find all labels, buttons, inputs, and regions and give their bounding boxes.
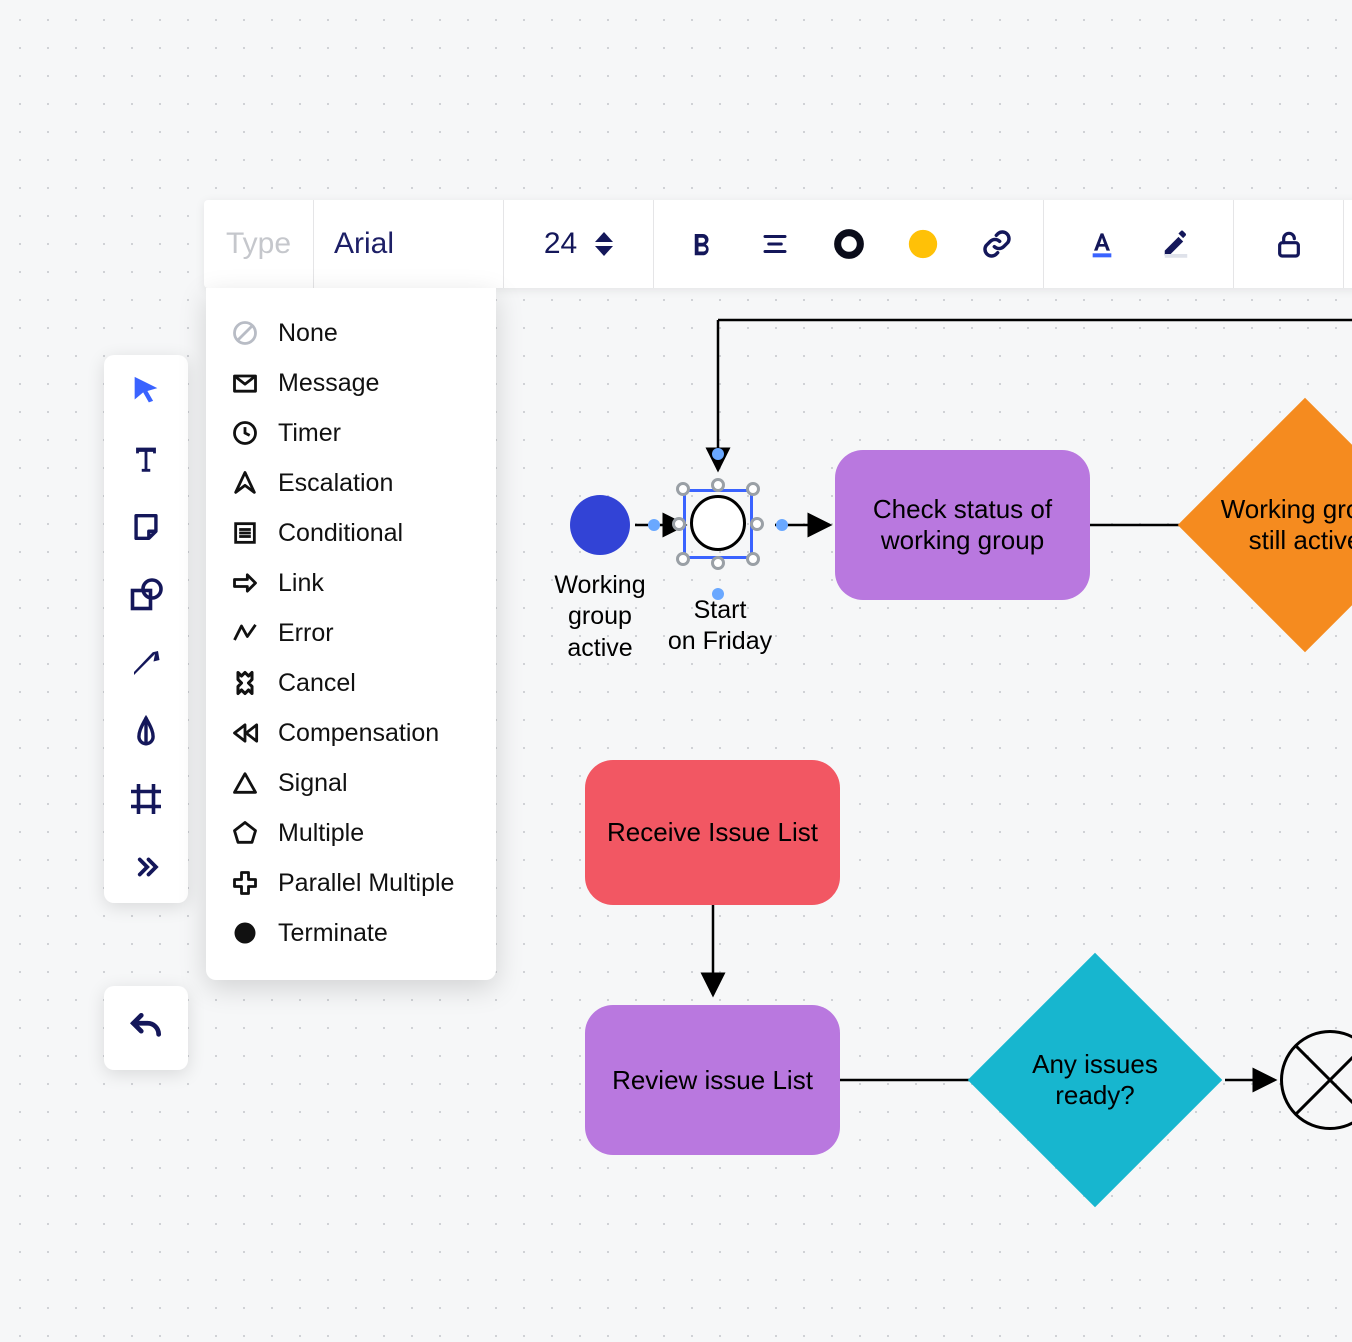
menu-label: Conditional bbox=[278, 519, 403, 548]
menu-item-signal[interactable]: Signal bbox=[206, 758, 496, 808]
task-review-issue[interactable]: Review issue List bbox=[585, 1005, 840, 1155]
link-icon[interactable] bbox=[980, 227, 1014, 261]
menu-label: Multiple bbox=[278, 819, 364, 848]
conditional-icon bbox=[230, 518, 260, 548]
menu-item-none[interactable]: None bbox=[206, 308, 496, 358]
more-button[interactable]: ••• bbox=[1344, 200, 1352, 288]
stroke-color-icon[interactable] bbox=[832, 227, 866, 261]
text-color-icon[interactable] bbox=[1085, 227, 1119, 261]
escalation-icon bbox=[230, 468, 260, 498]
event-type-menu: None Message Timer Escalation Conditiona… bbox=[206, 288, 496, 980]
menu-item-link[interactable]: Link bbox=[206, 558, 496, 608]
menu-item-cancel[interactable]: Cancel bbox=[206, 658, 496, 708]
menu-label: Compensation bbox=[278, 719, 439, 748]
gateway-any-issues[interactable]: Any issues ready? bbox=[968, 953, 1223, 1208]
menu-label: Escalation bbox=[278, 469, 393, 498]
text-style-group bbox=[654, 200, 1044, 288]
menu-item-message[interactable]: Message bbox=[206, 358, 496, 408]
edit-pencil-icon[interactable] bbox=[1159, 227, 1193, 261]
terminate-icon bbox=[230, 918, 260, 948]
menu-label: Timer bbox=[278, 419, 341, 448]
menu-item-terminate[interactable]: Terminate bbox=[206, 908, 496, 958]
selected-event[interactable] bbox=[690, 495, 746, 551]
menu-label: None bbox=[278, 319, 338, 348]
menu-label: Cancel bbox=[278, 669, 356, 698]
lock-button[interactable] bbox=[1234, 200, 1344, 288]
start-event[interactable] bbox=[570, 495, 630, 555]
task-receive-issue[interactable]: Receive Issue List bbox=[585, 760, 840, 905]
note-tool[interactable] bbox=[124, 505, 168, 549]
message-icon bbox=[230, 368, 260, 398]
menu-label: Parallel Multiple bbox=[278, 869, 454, 898]
connection-point[interactable] bbox=[712, 448, 724, 460]
signal-icon bbox=[230, 768, 260, 798]
font-family-dropdown[interactable]: Arial bbox=[314, 200, 504, 288]
timer-icon bbox=[230, 418, 260, 448]
multiple-icon bbox=[230, 818, 260, 848]
connection-point[interactable] bbox=[648, 519, 660, 531]
menu-item-timer[interactable]: Timer bbox=[206, 408, 496, 458]
font-size-value: 24 bbox=[544, 227, 577, 261]
undo-button[interactable] bbox=[104, 986, 188, 1070]
menu-item-conditional[interactable]: Conditional bbox=[206, 508, 496, 558]
menu-label: Link bbox=[278, 569, 324, 598]
connection-point[interactable] bbox=[776, 519, 788, 531]
pen-tool[interactable] bbox=[124, 709, 168, 753]
menu-item-compensation[interactable]: Compensation bbox=[206, 708, 496, 758]
menu-item-error[interactable]: Error bbox=[206, 608, 496, 658]
menu-label: Terminate bbox=[278, 919, 388, 948]
select-tool[interactable] bbox=[124, 369, 168, 413]
expand-tool[interactable] bbox=[124, 845, 168, 889]
error-icon bbox=[230, 618, 260, 648]
font-size-stepper[interactable]: 24 bbox=[504, 200, 654, 288]
align-icon[interactable] bbox=[758, 227, 792, 261]
compensation-icon bbox=[230, 718, 260, 748]
frame-tool[interactable] bbox=[124, 777, 168, 821]
menu-item-parallel[interactable]: Parallel Multiple bbox=[206, 858, 496, 908]
bold-icon[interactable] bbox=[684, 227, 718, 261]
menu-item-multiple[interactable]: Multiple bbox=[206, 808, 496, 858]
menu-label: Message bbox=[278, 369, 379, 398]
text-tool[interactable] bbox=[124, 437, 168, 481]
gateway-working-group[interactable]: Working group still active bbox=[1178, 398, 1352, 653]
task-check-status[interactable]: Check status of working group bbox=[835, 450, 1090, 600]
format-toolbar: Type Arial 24 ••• bbox=[204, 200, 1352, 288]
end-event[interactable] bbox=[1280, 1030, 1352, 1130]
color-edit-group bbox=[1044, 200, 1234, 288]
start-event-label: Working group active bbox=[535, 570, 665, 664]
connection-point[interactable] bbox=[712, 588, 724, 600]
tool-palette bbox=[104, 355, 188, 903]
fill-color-icon[interactable] bbox=[906, 227, 940, 261]
cancel-icon bbox=[230, 668, 260, 698]
selected-event-label: Start on Friday bbox=[660, 595, 780, 658]
type-dropdown[interactable]: Type bbox=[204, 200, 314, 288]
none-icon bbox=[230, 318, 260, 348]
menu-label: Signal bbox=[278, 769, 348, 798]
stepper-arrows[interactable] bbox=[595, 232, 613, 256]
parallel-icon bbox=[230, 868, 260, 898]
link-arrow-icon bbox=[230, 568, 260, 598]
line-tool[interactable] bbox=[124, 641, 168, 685]
menu-label: Error bbox=[278, 619, 334, 648]
shape-tool[interactable] bbox=[124, 573, 168, 617]
menu-item-escalation[interactable]: Escalation bbox=[206, 458, 496, 508]
